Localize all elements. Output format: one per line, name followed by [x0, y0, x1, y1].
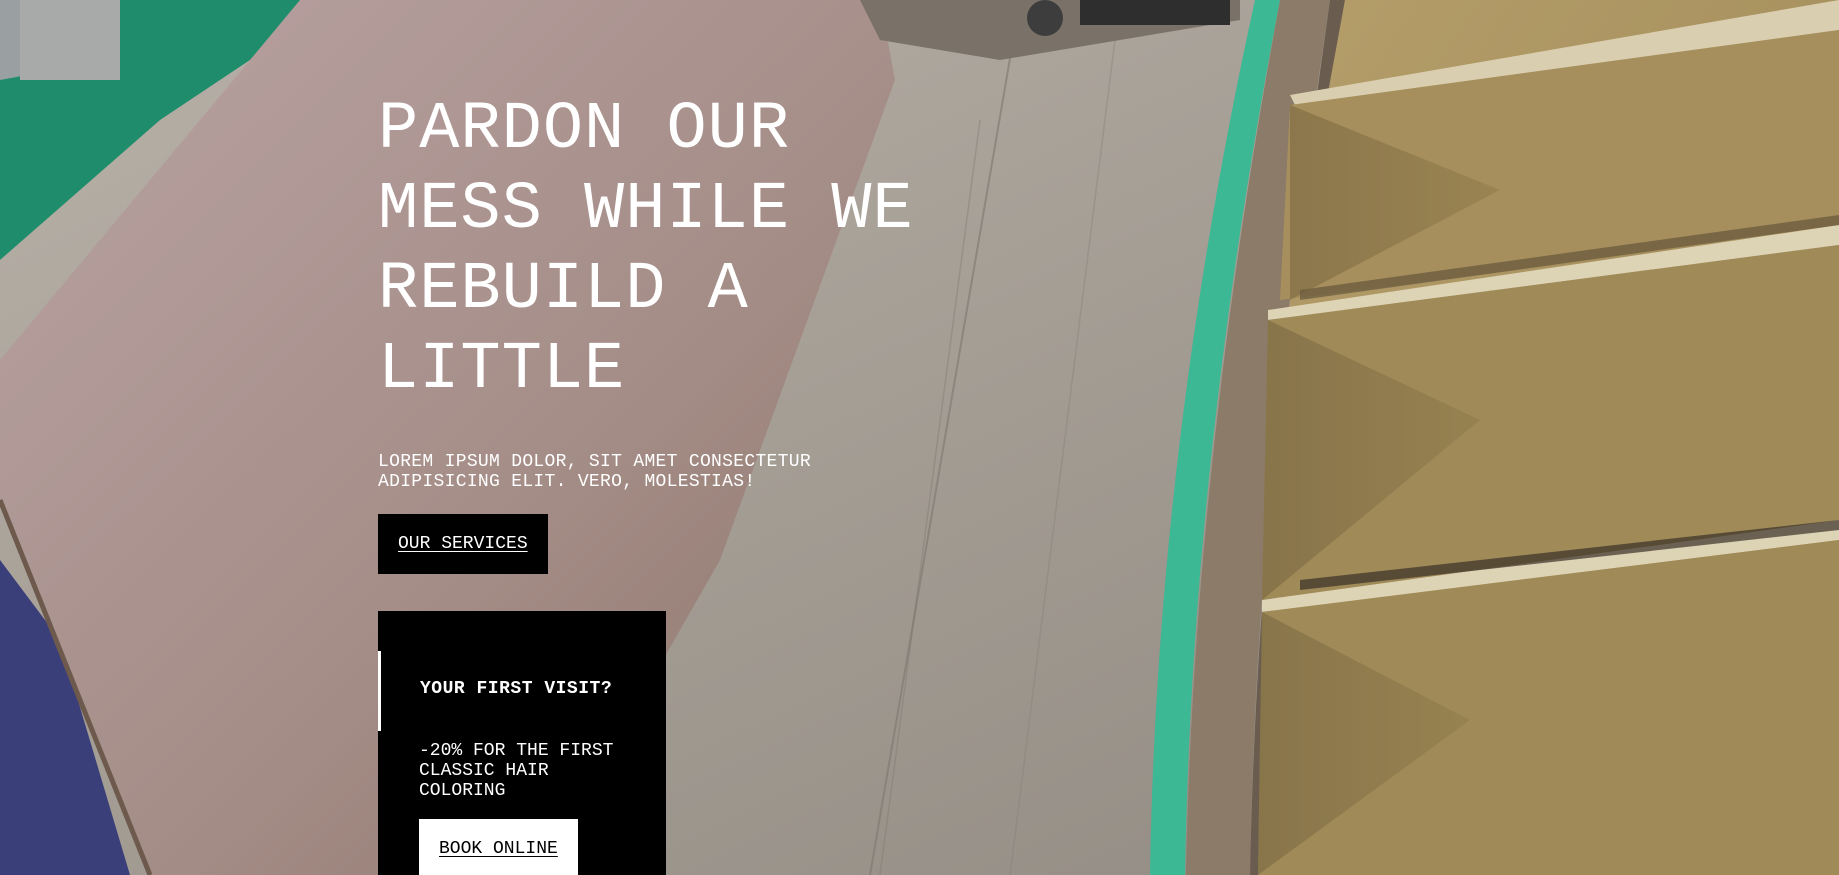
hero-title: PARDON OUR MESS WHILE WE REBUILD A LITTL…	[378, 92, 914, 408]
our-services-button[interactable]: OUR SERVICES	[378, 514, 548, 574]
hero-section: PARDON OUR MESS WHILE WE REBUILD A LITTL…	[378, 90, 1018, 574]
book-online-button[interactable]: BOOK ONLINE	[419, 819, 578, 875]
hero-subtitle: LOREM IPSUM DOLOR, SIT AMET CONSECTETUR …	[378, 452, 811, 492]
page: PARDON OUR MESS WHILE WE REBUILD A LITTL…	[0, 0, 1839, 875]
promo-accent-bar	[378, 651, 381, 731]
first-visit-promo-card: YOUR FIRST VISIT? -20% FOR THE FIRST CLA…	[378, 611, 666, 875]
promo-text: -20% FOR THE FIRST CLASSIC HAIR COLORING	[419, 741, 614, 801]
promo-heading: YOUR FIRST VISIT?	[420, 679, 613, 699]
